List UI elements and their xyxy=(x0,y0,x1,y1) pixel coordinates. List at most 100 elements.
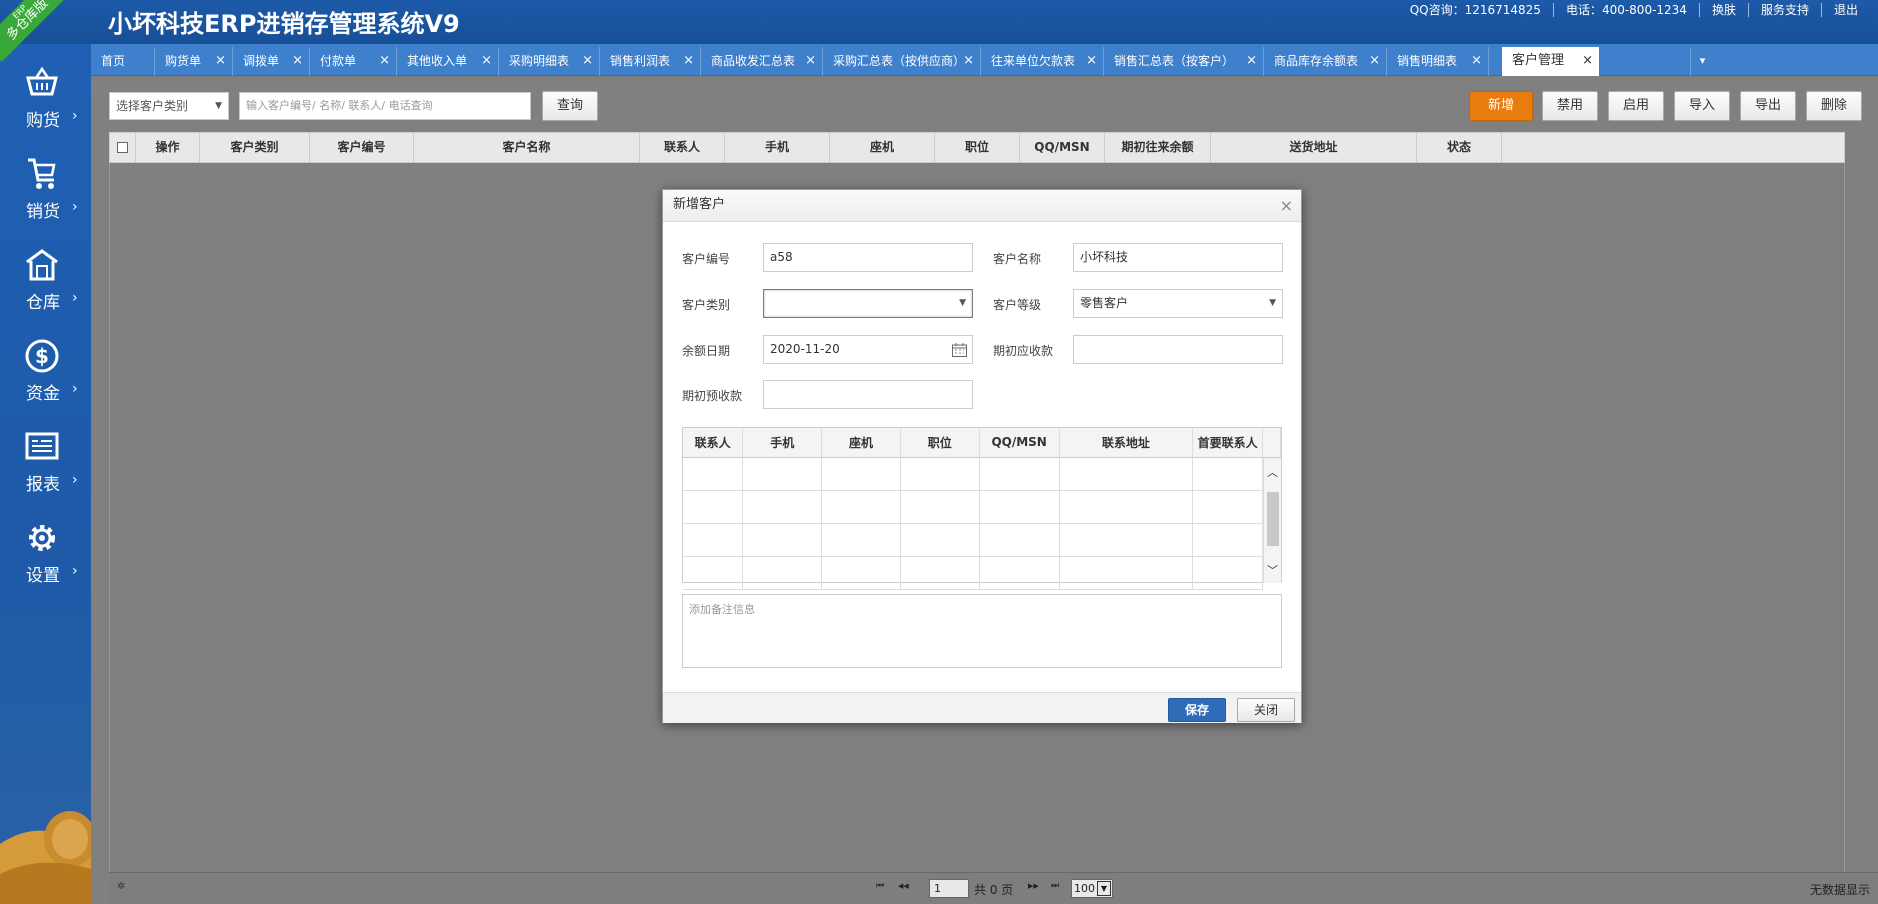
initial-prepaid-label: 期初预收款 xyxy=(682,389,743,403)
column-header[interactable]: QQ/MSN xyxy=(1020,133,1105,162)
sidebar-item-settings[interactable]: 设置 › xyxy=(0,509,91,589)
tab-close-icon[interactable]: × xyxy=(1369,47,1380,75)
scroll-thumb[interactable] xyxy=(1267,492,1279,546)
tab-purchase-summary-supplier[interactable]: 采购汇总表（按供应商） × xyxy=(823,47,981,76)
grid-settings-icon[interactable]: ✲ xyxy=(117,881,125,892)
column-header[interactable]: 客户编号 xyxy=(310,133,414,162)
tab-home[interactable]: 首页 xyxy=(91,47,155,76)
remark-placeholder: 添加备注信息 xyxy=(689,603,755,616)
top-links: QQ咨询：1216714825 电话：400-800-1234 换肤 服务支持 … xyxy=(1398,3,1858,17)
prev-page-icon[interactable]: ◀◀ xyxy=(898,882,909,890)
tab-sales-detail[interactable]: 销售明细表 × xyxy=(1387,47,1489,76)
tab-close-icon[interactable]: × xyxy=(582,47,593,75)
export-button[interactable]: 导出 xyxy=(1740,91,1796,121)
enable-button[interactable]: 启用 xyxy=(1608,91,1664,121)
qq-contact-link[interactable]: QQ咨询：1216714825 xyxy=(1398,3,1554,17)
tab-close-icon[interactable]: × xyxy=(963,47,974,75)
tab-customer-management[interactable]: 客户管理 × xyxy=(1502,47,1599,76)
customer-category-select[interactable]: 选择客户类别 ▼ xyxy=(109,92,229,120)
column-header[interactable]: 座机 xyxy=(830,133,935,162)
chevron-down-icon: ▼ xyxy=(1097,881,1111,896)
page-size-select[interactable]: 100 ▼ xyxy=(1071,879,1113,898)
search-input[interactable]: 输入客户编号/ 名称/ 联系人/ 电话查询 xyxy=(239,92,531,120)
last-page-icon[interactable]: ⏭ xyxy=(1051,881,1059,891)
tab-close-icon[interactable]: × xyxy=(215,47,226,75)
tab-purchase-order[interactable]: 购货单 × xyxy=(155,47,233,76)
first-page-icon[interactable]: ⏮ xyxy=(876,881,884,891)
customer-level-dropdown[interactable]: 零售客户 ▼ xyxy=(1073,289,1283,318)
column-header[interactable]: 客户名称 xyxy=(414,133,640,162)
customer-code-label: 客户编号 xyxy=(682,252,731,266)
remark-textarea[interactable]: 添加备注信息 xyxy=(682,594,1282,668)
phone-link[interactable]: 电话：400-800-1234 xyxy=(1554,3,1700,17)
table-row[interactable] xyxy=(683,457,1281,491)
tab-other-income[interactable]: 其他收入单 × xyxy=(397,47,499,76)
contacts-grid: 联系人 手机 座机 职位 QQ/MSN 联系地址 首要联系人 ︿ ﹀ xyxy=(682,427,1282,590)
tab-stock-balance[interactable]: 商品库存余额表 × xyxy=(1264,47,1387,76)
select-all-checkbox[interactable] xyxy=(110,133,136,162)
table-row[interactable] xyxy=(683,490,1281,524)
column-header[interactable]: 手机 xyxy=(725,133,830,162)
scroll-down-icon[interactable]: ﹀ xyxy=(1267,562,1278,578)
svg-text:$: $ xyxy=(35,344,49,368)
skin-link[interactable]: 换肤 xyxy=(1700,3,1749,17)
column-header[interactable]: 客户类别 xyxy=(200,133,310,162)
tab-purchase-detail[interactable]: 采购明细表 × xyxy=(499,47,600,76)
table-row[interactable] xyxy=(683,556,1281,590)
chevron-right-icon: › xyxy=(72,290,78,306)
contacts-scrollbar[interactable]: ︿ ﹀ xyxy=(1263,458,1281,583)
tab-sales-summary-customer[interactable]: 销售汇总表（按客户） × xyxy=(1104,47,1264,76)
close-button[interactable]: 关闭 xyxy=(1237,698,1295,722)
tab-arrears[interactable]: 往来单位欠款表 × xyxy=(981,47,1104,76)
calendar-icon[interactable] xyxy=(952,343,967,357)
tab-close-icon[interactable]: × xyxy=(683,47,694,75)
add-button[interactable]: 新增 xyxy=(1469,91,1533,121)
column-header[interactable]: 状态 xyxy=(1417,133,1502,162)
customer-name-input[interactable]: 小坏科技 xyxy=(1073,243,1283,272)
column-header[interactable]: 送货地址 xyxy=(1211,133,1417,162)
sidebar-item-funds[interactable]: $ 资金 › xyxy=(0,327,91,407)
tab-transfer-order[interactable]: 调拨单 × xyxy=(233,47,310,76)
customer-code-input[interactable]: a58 xyxy=(763,243,973,272)
sidebar-item-sales[interactable]: 销货 › xyxy=(0,145,91,225)
tab-sales-profit[interactable]: 销售利润表 × xyxy=(600,47,701,76)
tab-goods-summary[interactable]: 商品收发汇总表 × xyxy=(701,47,823,76)
delete-button[interactable]: 删除 xyxy=(1806,91,1862,121)
save-button[interactable]: 保存 xyxy=(1168,698,1226,722)
next-page-icon[interactable]: ▶▶ xyxy=(1028,882,1039,890)
table-row[interactable] xyxy=(683,523,1281,557)
tab-more-button[interactable]: ▾ xyxy=(1690,47,1714,76)
column-header[interactable]: 联系人 xyxy=(640,133,725,162)
sidebar-item-reports[interactable]: 报表 › xyxy=(0,418,91,498)
tab-close-icon[interactable]: × xyxy=(1471,47,1482,75)
tab-close-icon[interactable]: × xyxy=(481,47,492,75)
tab-close-icon[interactable]: × xyxy=(1582,47,1593,75)
sidebar-item-purchase[interactable]: 购货 › xyxy=(0,54,91,134)
support-link[interactable]: 服务支持 xyxy=(1749,3,1822,17)
column-header[interactable]: 期初往来余额 xyxy=(1105,133,1211,162)
tab-payment-order[interactable]: 付款单 × xyxy=(310,47,397,76)
scroll-up-icon[interactable]: ︿ xyxy=(1267,464,1278,480)
logout-link[interactable]: 退出 xyxy=(1822,3,1858,17)
tab-close-icon[interactable]: × xyxy=(1246,47,1257,75)
balance-date-input[interactable]: 2020-11-20 xyxy=(763,335,973,364)
tab-close-icon[interactable]: × xyxy=(1086,47,1097,75)
initial-receivable-label: 期初应收款 xyxy=(993,344,1054,358)
balance-date-value: 2020-11-20 xyxy=(770,342,840,356)
close-icon[interactable]: × xyxy=(1280,196,1293,215)
import-button[interactable]: 导入 xyxy=(1674,91,1730,121)
column-header: 联系地址 xyxy=(1059,428,1194,458)
tab-close-icon[interactable]: × xyxy=(379,47,390,75)
query-button[interactable]: 查询 xyxy=(542,91,598,121)
tab-close-icon[interactable]: × xyxy=(292,47,303,75)
customer-category-dropdown[interactable]: ▼ xyxy=(763,289,973,318)
sidebar-item-warehouse[interactable]: 仓库 › xyxy=(0,236,91,316)
initial-prepaid-input[interactable] xyxy=(763,380,973,409)
column-header[interactable]: 职位 xyxy=(935,133,1020,162)
initial-receivable-input[interactable] xyxy=(1073,335,1283,364)
tab-close-icon[interactable]: × xyxy=(805,47,816,75)
decorative-hay-image xyxy=(0,811,91,904)
page-number-input[interactable]: 1 xyxy=(929,879,969,898)
disable-button[interactable]: 禁用 xyxy=(1542,91,1598,121)
column-header[interactable]: 操作 xyxy=(136,133,200,162)
